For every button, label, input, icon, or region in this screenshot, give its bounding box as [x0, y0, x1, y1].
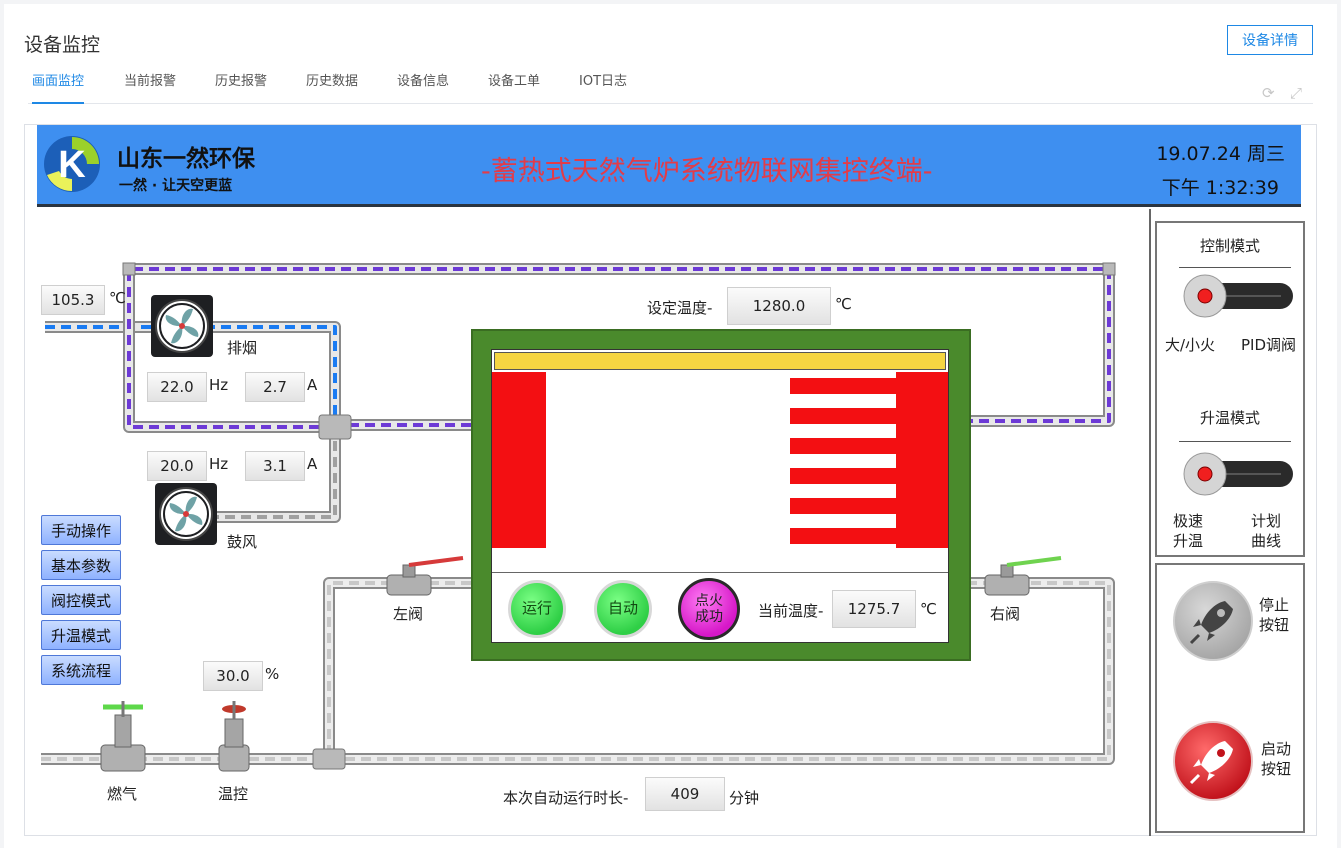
- ignite-status-button[interactable]: 点火 成功: [678, 578, 740, 640]
- runtime-label: 本次自动运行时长-: [503, 789, 629, 807]
- heat-mode-title: 升温模式: [1199, 409, 1260, 427]
- control-mode-title: 控制模式: [1199, 237, 1260, 255]
- temp-valve-icon: [218, 701, 250, 772]
- heat-mode-left-label: 极速 升温: [1173, 512, 1204, 550]
- current-temp-unit: ℃: [920, 600, 937, 618]
- rocket-icon: [1189, 741, 1233, 785]
- right-valve-label: 右阀: [990, 605, 1021, 623]
- start-stop-box: 停止 按钮 启动 按钮: [1155, 563, 1305, 833]
- furnace-top-bar: [494, 352, 946, 370]
- blower-fan-freq-unit: Hz: [209, 455, 229, 473]
- monitor-panel: K 山东一然环保 一然 · 让天空更蓝 -蓄热式天然气炉系统物联网集控终端- 1…: [24, 124, 1317, 836]
- date-display: 19.07.24 周三: [1156, 143, 1285, 165]
- exhaust-fan-icon: [151, 295, 213, 357]
- stop-button-label: 停止 按钮: [1259, 596, 1290, 634]
- tab-history-data[interactable]: 历史数据: [306, 70, 358, 104]
- page-container: 设备监控 设备详情 画面监控 当前报警 历史报警 历史数据 设备信息 设备工单 …: [4, 4, 1337, 848]
- valve-mode-button[interactable]: 阀控模式: [41, 585, 121, 615]
- start-button[interactable]: [1173, 721, 1253, 801]
- current-temp-label: 当前温度-: [758, 602, 824, 620]
- basic-params-button[interactable]: 基本参数: [41, 550, 121, 580]
- set-temp-value: 1280.0: [727, 287, 831, 325]
- blower-fan-label: 鼓风: [227, 533, 258, 551]
- exhaust-fan-current-unit: A: [307, 376, 318, 394]
- control-mode-right-label: PID调阀: [1241, 336, 1297, 354]
- burner-fin: [790, 468, 896, 484]
- burner-fin: [790, 438, 896, 454]
- control-mode-divider: [1179, 267, 1291, 268]
- heat-mode-divider: [1179, 441, 1291, 442]
- mode-box: 控制模式 大/小火 PID调阀 升温模式 极速 升温 计划 曲线: [1155, 221, 1305, 557]
- right-valve-icon: [984, 556, 1062, 596]
- gas-valve-label: 燃气: [107, 785, 138, 803]
- page-title: 设备监控: [24, 34, 101, 56]
- system-flow-button[interactable]: 系统流程: [41, 655, 121, 685]
- start-button-label: 启动 按钮: [1261, 740, 1292, 778]
- left-valve-icon: [386, 556, 464, 596]
- stop-button[interactable]: [1173, 581, 1253, 661]
- exhaust-fan-freq-unit: Hz: [209, 376, 229, 394]
- runtime-value: 409: [645, 777, 725, 811]
- tab-screen-monitor[interactable]: 画面监控: [32, 70, 85, 104]
- tab-work-order[interactable]: 设备工单: [488, 70, 540, 104]
- exhaust-fan-freq: 22.0: [147, 372, 207, 402]
- refresh-icon[interactable]: ⟳: [1262, 84, 1275, 102]
- tab-current-alarm[interactable]: 当前报警: [124, 70, 176, 104]
- heat-mode-switch[interactable]: [1183, 451, 1297, 497]
- furnace-chamber: 运行 自动 点火 成功 当前温度- 1275.7 ℃: [491, 349, 949, 643]
- exhaust-fan-label: 排烟: [227, 339, 258, 357]
- control-side-panel: 控制模式 大/小火 PID调阀 升温模式 极速 升温 计划 曲线 停止 按钮 启…: [1149, 209, 1305, 836]
- tab-history-alarm[interactable]: 历史报警: [215, 70, 267, 104]
- temp-valve-value: 30.0: [203, 661, 263, 691]
- tab-bar: 画面监控 当前报警 历史报警 历史数据 设备信息 设备工单 IOT日志: [28, 66, 1313, 104]
- temp-valve-unit: %: [265, 665, 280, 683]
- manual-operation-button[interactable]: 手动操作: [41, 515, 121, 545]
- burner-fin: [790, 528, 896, 544]
- tab-device-info[interactable]: 设备信息: [397, 70, 449, 104]
- gas-valve-icon: [100, 701, 146, 772]
- furnace: 运行 自动 点火 成功 当前温度- 1275.7 ℃: [471, 329, 971, 661]
- time-display: 下午 1:32:39: [1161, 177, 1279, 199]
- exhaust-fan-current: 2.7: [245, 372, 305, 402]
- left-valve-label: 左阀: [393, 605, 424, 623]
- current-temp-value: 1275.7: [832, 590, 916, 628]
- hmi-screen: K 山东一然环保 一然 · 让天空更蓝 -蓄热式天然气炉系统物联网集控终端- 1…: [37, 125, 1305, 836]
- blower-fan-current: 3.1: [245, 451, 305, 481]
- burner-fin: [790, 498, 896, 514]
- temp-valve-label: 温控: [218, 785, 249, 803]
- control-mode-left-label: 大/小火: [1165, 336, 1216, 354]
- rocket-icon: [1189, 601, 1233, 645]
- tab-iot-log[interactable]: IOT日志: [579, 70, 627, 104]
- set-temp-label: 设定温度-: [647, 299, 713, 317]
- right-regenerator: [896, 372, 948, 548]
- blower-fan-icon: [155, 483, 217, 545]
- chamber-divider: [492, 572, 948, 573]
- burner-fin: [790, 378, 896, 394]
- run-status-button[interactable]: 运行: [508, 580, 566, 638]
- fullscreen-icon[interactable]: ⤢: [1290, 84, 1302, 102]
- left-regenerator: [492, 372, 546, 548]
- heating-mode-button[interactable]: 升温模式: [41, 620, 121, 650]
- burner-fin: [790, 408, 896, 424]
- control-mode-switch[interactable]: [1183, 273, 1297, 319]
- exhaust-temp-value: 105.3: [41, 285, 105, 315]
- device-detail-button[interactable]: 设备详情: [1227, 25, 1313, 55]
- blower-fan-current-unit: A: [307, 455, 318, 473]
- exhaust-temp-unit: ℃: [109, 289, 126, 307]
- blower-fan-freq: 20.0: [147, 451, 207, 481]
- runtime-unit: 分钟: [729, 789, 760, 807]
- heat-mode-right-label: 计划 曲线: [1251, 512, 1282, 550]
- set-temp-unit: ℃: [835, 295, 852, 313]
- auto-status-button[interactable]: 自动: [594, 580, 652, 638]
